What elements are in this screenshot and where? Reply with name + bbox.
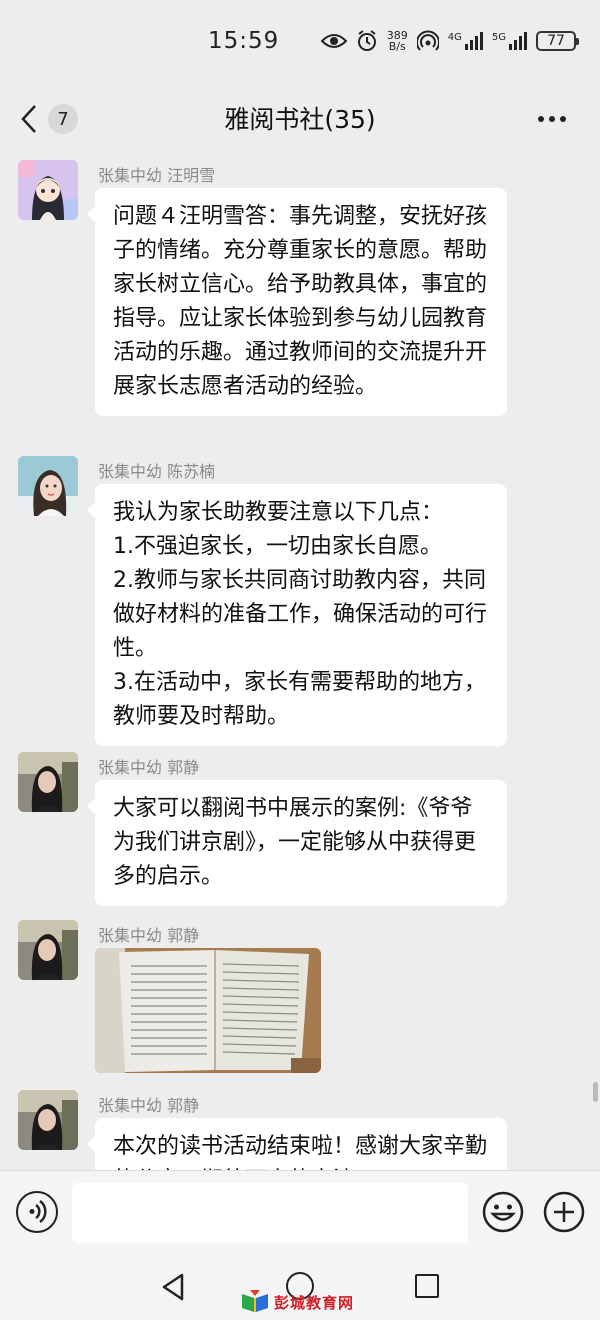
signal-1-label: 4G (447, 32, 462, 43)
signal-1: 4G (448, 32, 483, 50)
scrollbar-thumb[interactable] (593, 1082, 598, 1102)
message-bubble[interactable]: 大家可以翻阅书中展示的案例:《爷爷为我们讲京剧》，一定能够从中获得更多的启示。 (87, 780, 507, 906)
net-speed: 389 B/s (387, 30, 408, 52)
message-bubble[interactable]: 我认为家长助教要注意以下几点： 1.不强迫家长，一切由家长自愿。 2.教师与家长… (87, 484, 507, 746)
avatar[interactable] (18, 1090, 78, 1150)
alarm-icon (357, 30, 376, 51)
message-bubble[interactable]: 本次的读书活动结束啦！感谢大家辛勤的分享，期待下次的交流。 (87, 1118, 507, 1170)
signal-2-label: 5G (491, 32, 506, 43)
watermark-logo-icon (242, 1290, 268, 1312)
status-time: 15:59 (208, 28, 280, 54)
sender-name: 张集中幼 郭静 (98, 758, 200, 777)
sender-name: 张集中幼 郭静 (98, 926, 200, 945)
voice-icon[interactable] (16, 1191, 58, 1233)
sender-name: 张集中幼 陈苏楠 (98, 462, 216, 481)
system-navigation-bar: 彭城教育网 (0, 1256, 600, 1320)
avatar[interactable] (18, 752, 78, 812)
more-icon[interactable] (538, 108, 572, 130)
chat-header: 7 雅阅书社(35) (0, 88, 600, 150)
avatar[interactable] (18, 920, 78, 980)
sender-name: 张集中幼 郭静 (98, 1096, 200, 1115)
message-list[interactable]: 张集中幼 汪明雪 问题４汪明雪答：事先调整，安抚好孩子的情绪。充分尊重家长的意愿… (0, 150, 600, 1170)
message-bubble[interactable]: 问题４汪明雪答：事先调整，安抚好孩子的情绪。充分尊重家长的意愿。帮助家长树立信心… (87, 188, 507, 416)
nav-recent-icon[interactable] (415, 1274, 439, 1298)
plus-icon[interactable] (543, 1191, 585, 1233)
input-bar (0, 1170, 600, 1256)
book-photo-icon (95, 948, 321, 1073)
battery-indicator: 77 (536, 31, 579, 51)
status-icons: 389 B/s 4G 5G 77 (320, 30, 579, 52)
emoji-icon[interactable] (482, 1191, 524, 1233)
watermark-text: 彭城教育网 (274, 1293, 355, 1312)
message-input[interactable] (72, 1183, 468, 1243)
sender-name: 张集中幼 汪明雪 (98, 166, 216, 185)
nav-back-icon[interactable] (160, 1272, 186, 1302)
avatar[interactable] (18, 456, 78, 516)
avatar[interactable] (18, 160, 78, 220)
image-message[interactable] (95, 948, 321, 1073)
watermark: 彭城教育网 (240, 1290, 354, 1314)
chat-title: 雅阅书社(35) (224, 105, 376, 134)
hotspot-icon (416, 30, 439, 51)
eye-icon (320, 34, 347, 48)
signal-2: 5G (492, 32, 527, 50)
net-speed-unit: B/s (388, 40, 406, 53)
status-bar: 15:59 389 B/s 4G 5G 77 (0, 0, 600, 88)
